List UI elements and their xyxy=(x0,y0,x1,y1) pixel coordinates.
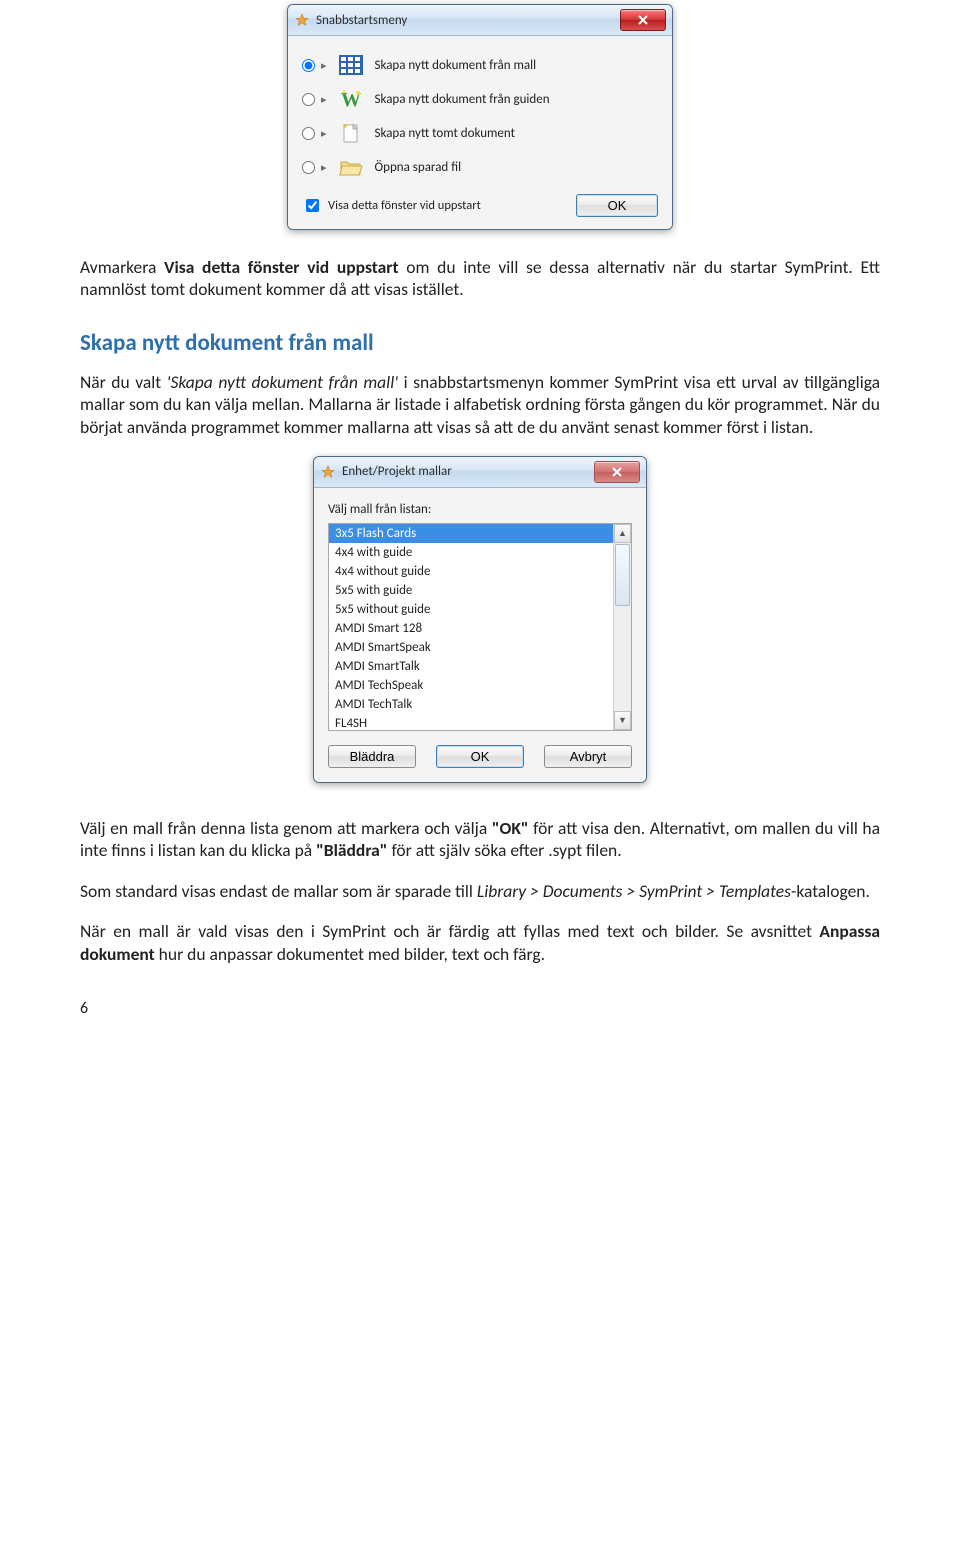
listbox-label: Välj mall från listan: xyxy=(328,502,632,517)
text-italic: Library > Documents > SymPrint > Templat… xyxy=(477,880,791,902)
chevron-icon: ▸ xyxy=(321,59,327,72)
scrollbar[interactable]: ▲ ▼ xyxy=(613,524,631,730)
close-button[interactable] xyxy=(620,9,666,31)
page-number: 6 xyxy=(80,999,880,1018)
template-picker-dialog: Enhet/Projekt mallar Välj mall från list… xyxy=(313,456,647,783)
quickstart-dialog: Snabbstartsmeny ▸ Skapa nytt dokument fr… xyxy=(287,4,673,230)
option-label: Skapa nytt tomt dokument xyxy=(375,126,515,141)
text: Avmarkera xyxy=(80,256,164,278)
radio-from-template[interactable] xyxy=(302,59,315,72)
text-bold: "OK" xyxy=(492,817,529,839)
checkbox-label: Visa detta fönster vid uppstart xyxy=(328,198,481,213)
text: Som standard visas endast de mallar som … xyxy=(80,880,477,902)
dialog-title: Snabbstartsmeny xyxy=(316,13,620,28)
radio-open-file[interactable] xyxy=(302,161,315,174)
text: När en mall är vald visas den i SymPrint… xyxy=(80,920,819,942)
wizard-w-icon: W xyxy=(337,88,365,110)
chevron-icon: ▸ xyxy=(321,93,327,106)
option-label: Öppna sparad fil xyxy=(375,160,462,175)
dialog-titlebar: Snabbstartsmeny xyxy=(288,5,672,36)
cancel-button[interactable]: Avbryt xyxy=(544,745,632,768)
chevron-icon: ▸ xyxy=(321,161,327,174)
option-label: Skapa nytt dokument från mall xyxy=(375,58,537,73)
text: -katalogen. xyxy=(791,880,870,902)
list-item[interactable]: 3x5 Flash Cards xyxy=(329,524,613,543)
text-bold: "Bläddra" xyxy=(316,839,387,861)
show-on-startup-checkbox[interactable]: Visa detta fönster vid uppstart xyxy=(302,196,481,215)
radio-blank[interactable] xyxy=(302,127,315,140)
folder-icon xyxy=(337,156,365,178)
list-item[interactable]: 4x4 with guide xyxy=(329,543,613,562)
scroll-track[interactable] xyxy=(614,543,631,711)
radio-from-wizard[interactable] xyxy=(302,93,315,106)
list-item[interactable]: 4x4 without guide xyxy=(329,562,613,581)
option-blank[interactable]: ▸ Skapa nytt tomt dokument xyxy=(302,116,658,150)
list-item[interactable]: AMDI TechTalk xyxy=(329,695,613,714)
list-item[interactable]: AMDI SmartTalk xyxy=(329,657,613,676)
section-heading: Skapa nytt dokument från mall xyxy=(80,329,880,357)
chevron-icon: ▸ xyxy=(321,127,327,140)
option-open-file[interactable]: ▸ Öppna sparad fil xyxy=(302,150,658,184)
scroll-up-button[interactable]: ▲ xyxy=(614,524,631,543)
text-italic: 'Skapa nytt dokument från mall' xyxy=(167,371,398,393)
close-button[interactable] xyxy=(594,461,640,483)
list-item[interactable]: 5x5 without guide xyxy=(329,600,613,619)
ok-button[interactable]: OK xyxy=(576,194,658,217)
dialog-title: Enhet/Projekt mallar xyxy=(342,464,594,479)
scroll-thumb[interactable] xyxy=(615,544,630,606)
text: Välj en mall från denna lista genom att … xyxy=(80,817,492,839)
para-uncheck-startup: Avmarkera Visa detta fönster vid uppstar… xyxy=(80,256,880,301)
option-label: Skapa nytt dokument från guiden xyxy=(375,92,550,107)
option-from-template[interactable]: ▸ Skapa nytt dokument från mall xyxy=(302,48,658,82)
ok-button[interactable]: OK xyxy=(436,745,524,768)
text-bold: Visa detta fönster vid uppstart xyxy=(164,256,398,278)
dialog-titlebar: Enhet/Projekt mallar xyxy=(314,457,646,488)
grid-icon xyxy=(337,54,365,76)
list-item[interactable]: 5x5 with guide xyxy=(329,581,613,600)
text: När du valt xyxy=(80,371,167,393)
option-from-wizard[interactable]: ▸ W Skapa nytt dokument från guiden xyxy=(302,82,658,116)
para-intro-templates: När du valt 'Skapa nytt dokument från ma… xyxy=(80,371,880,438)
list-item[interactable]: FL4SH xyxy=(329,714,613,730)
list-item[interactable]: AMDI SmartSpeak xyxy=(329,638,613,657)
scroll-down-button[interactable]: ▼ xyxy=(614,711,631,730)
browse-button[interactable]: Bläddra xyxy=(328,745,416,768)
list-item[interactable]: AMDI Smart 128 xyxy=(329,619,613,638)
dialog-body: ▸ Skapa nytt dokument från mall ▸ W Skap… xyxy=(288,36,672,229)
dialog-body: Välj mall från listan: 3x5 Flash Cards4x… xyxy=(314,488,646,782)
new-doc-icon xyxy=(337,122,365,144)
text: hur du anpassar dokumentet med bilder, t… xyxy=(155,943,545,965)
para-customize: När en mall är vald visas den i SymPrint… xyxy=(80,920,880,965)
para-select-ok: Välj en mall från denna lista genom att … xyxy=(80,817,880,862)
checkbox-input[interactable] xyxy=(306,199,319,212)
text: för att själv söka efter .sypt filen. xyxy=(387,839,621,861)
list-item[interactable]: AMDI TechSpeak xyxy=(329,676,613,695)
para-default-path: Som standard visas endast de mallar som … xyxy=(80,880,880,902)
app-star-icon xyxy=(320,464,336,480)
template-listbox[interactable]: 3x5 Flash Cards4x4 with guide4x4 without… xyxy=(328,523,632,731)
app-star-icon xyxy=(294,12,310,28)
